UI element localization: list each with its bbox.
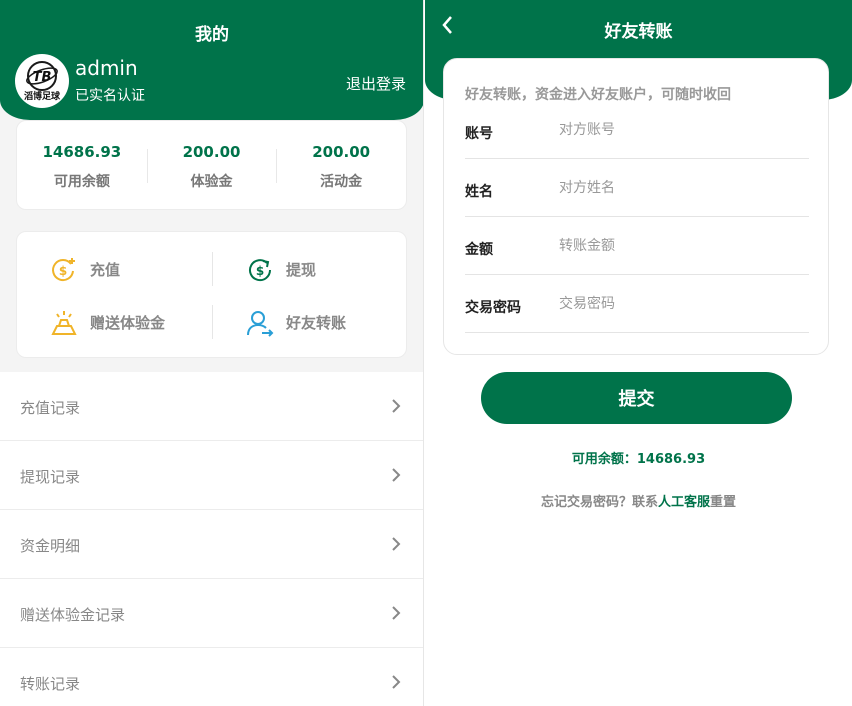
menu-item-recharge-records[interactable]: 充值记录	[0, 372, 423, 441]
profile-header: 我的 TB 滔博足球 admin 已实名认证 退出登录	[0, 0, 423, 120]
quick-actions-card: $ 充值 $ 提现 赠送体验金 好友转账	[16, 231, 407, 358]
menu-item-label: 充值记录	[20, 399, 81, 417]
menu-item-transfer-records[interactable]: 转账记录	[0, 648, 423, 706]
user-transfer-icon	[247, 310, 274, 337]
field-label: 金额	[465, 242, 493, 258]
forgot-suffix: 重置	[710, 495, 737, 510]
field-label: 交易密码	[465, 300, 521, 316]
svg-text:滔博足球: 滔博足球	[24, 90, 61, 102]
divider	[212, 305, 213, 339]
balance-value: 14686.93	[42, 143, 122, 161]
submit-button[interactable]: 提交	[481, 372, 792, 424]
menu-item-label: 资金明细	[20, 537, 81, 555]
recharge-button[interactable]: $ 充值	[17, 243, 212, 296]
balance-value: 200.00	[182, 143, 241, 161]
account-input[interactable]	[559, 115, 799, 145]
action-label: 充值	[90, 261, 121, 279]
forgot-password-text: 忘记交易密码？联系人工客服重置	[425, 491, 852, 510]
account-field-row: 账号	[465, 101, 809, 159]
transfer-screen: 好友转账 好友转账，资金进入好友账户，可随时收回 账号 姓名 金额 交易密码 提…	[425, 0, 852, 706]
menu-item-label: 提现记录	[20, 468, 81, 486]
page-title: 好友转账	[604, 22, 673, 42]
username: admin	[75, 56, 138, 80]
trade-password-input[interactable]	[559, 289, 799, 319]
withdraw-button[interactable]: $ 提现	[213, 243, 408, 296]
menu-item-withdraw-records[interactable]: 提现记录	[0, 441, 423, 510]
menu-item-gift-trial-records[interactable]: 赠送体验金记录	[0, 579, 423, 648]
avatar[interactable]: TB 滔博足球	[15, 54, 69, 108]
customer-service-link[interactable]: 人工客服	[658, 495, 710, 510]
password-field-row: 交易密码	[465, 275, 809, 333]
logout-button[interactable]: 退出登录	[346, 73, 406, 94]
divider	[212, 252, 213, 286]
amount-field-row: 金额	[465, 217, 809, 275]
page-title: 我的	[195, 25, 229, 45]
field-label: 账号	[465, 126, 493, 142]
record-menu: 充值记录 提现记录 资金明细 赠送体验金记录 转账记录	[0, 372, 423, 706]
chevron-right-icon	[392, 606, 401, 620]
menu-item-label: 赠送体验金记录	[20, 606, 126, 624]
chevron-right-icon	[392, 399, 401, 413]
menu-item-label: 转账记录	[20, 675, 81, 693]
balance-activity: 200.00 活动金	[276, 121, 406, 209]
coin-plus-icon: $	[52, 257, 75, 281]
forgot-prefix: 忘记交易密码？联系	[540, 495, 658, 510]
menu-item-fund-details[interactable]: 资金明细	[0, 510, 423, 579]
balance-label: 可用余额	[53, 174, 110, 190]
balance-label: 体验金	[190, 174, 233, 190]
svg-text:TB: TB	[33, 70, 52, 85]
chevron-right-icon	[392, 468, 401, 482]
action-label: 赠送体验金	[90, 314, 166, 332]
svg-text:$: $	[59, 264, 67, 278]
svg-text:$: $	[256, 264, 264, 278]
action-label: 提现	[286, 261, 317, 279]
brand-logo-icon: TB 滔博足球	[16, 55, 68, 107]
balance-value: 200.00	[312, 143, 371, 161]
balance-card: 14686.93 可用余额 200.00 体验金 200.00 活动金	[16, 120, 407, 210]
balance-available: 14686.93 可用余额	[17, 121, 147, 209]
balance-trial: 200.00 体验金	[146, 121, 277, 209]
chevron-right-icon	[392, 675, 401, 689]
name-input[interactable]	[559, 173, 799, 203]
gift-trial-button[interactable]: 赠送体验金	[17, 296, 212, 349]
verified-status: 已实名认证	[75, 88, 145, 104]
profile-screen: 我的 TB 滔博足球 admin 已实名认证 退出登录 14686.93 可用余…	[0, 0, 424, 706]
transfer-form: 好友转账，资金进入好友账户，可随时收回 账号 姓名 金额 交易密码	[443, 58, 829, 355]
chevron-right-icon	[392, 537, 401, 551]
coin-cycle-icon: $	[249, 258, 272, 281]
balance-label: 活动金	[320, 174, 363, 190]
available-balance: 可用余额：14686.93	[571, 452, 706, 467]
amount-input[interactable]	[559, 231, 799, 261]
name-field-row: 姓名	[465, 159, 809, 217]
gold-bar-icon	[51, 310, 77, 335]
action-label: 好友转账	[286, 314, 347, 332]
field-label: 姓名	[465, 184, 493, 200]
friend-transfer-button[interactable]: 好友转账	[213, 296, 408, 349]
